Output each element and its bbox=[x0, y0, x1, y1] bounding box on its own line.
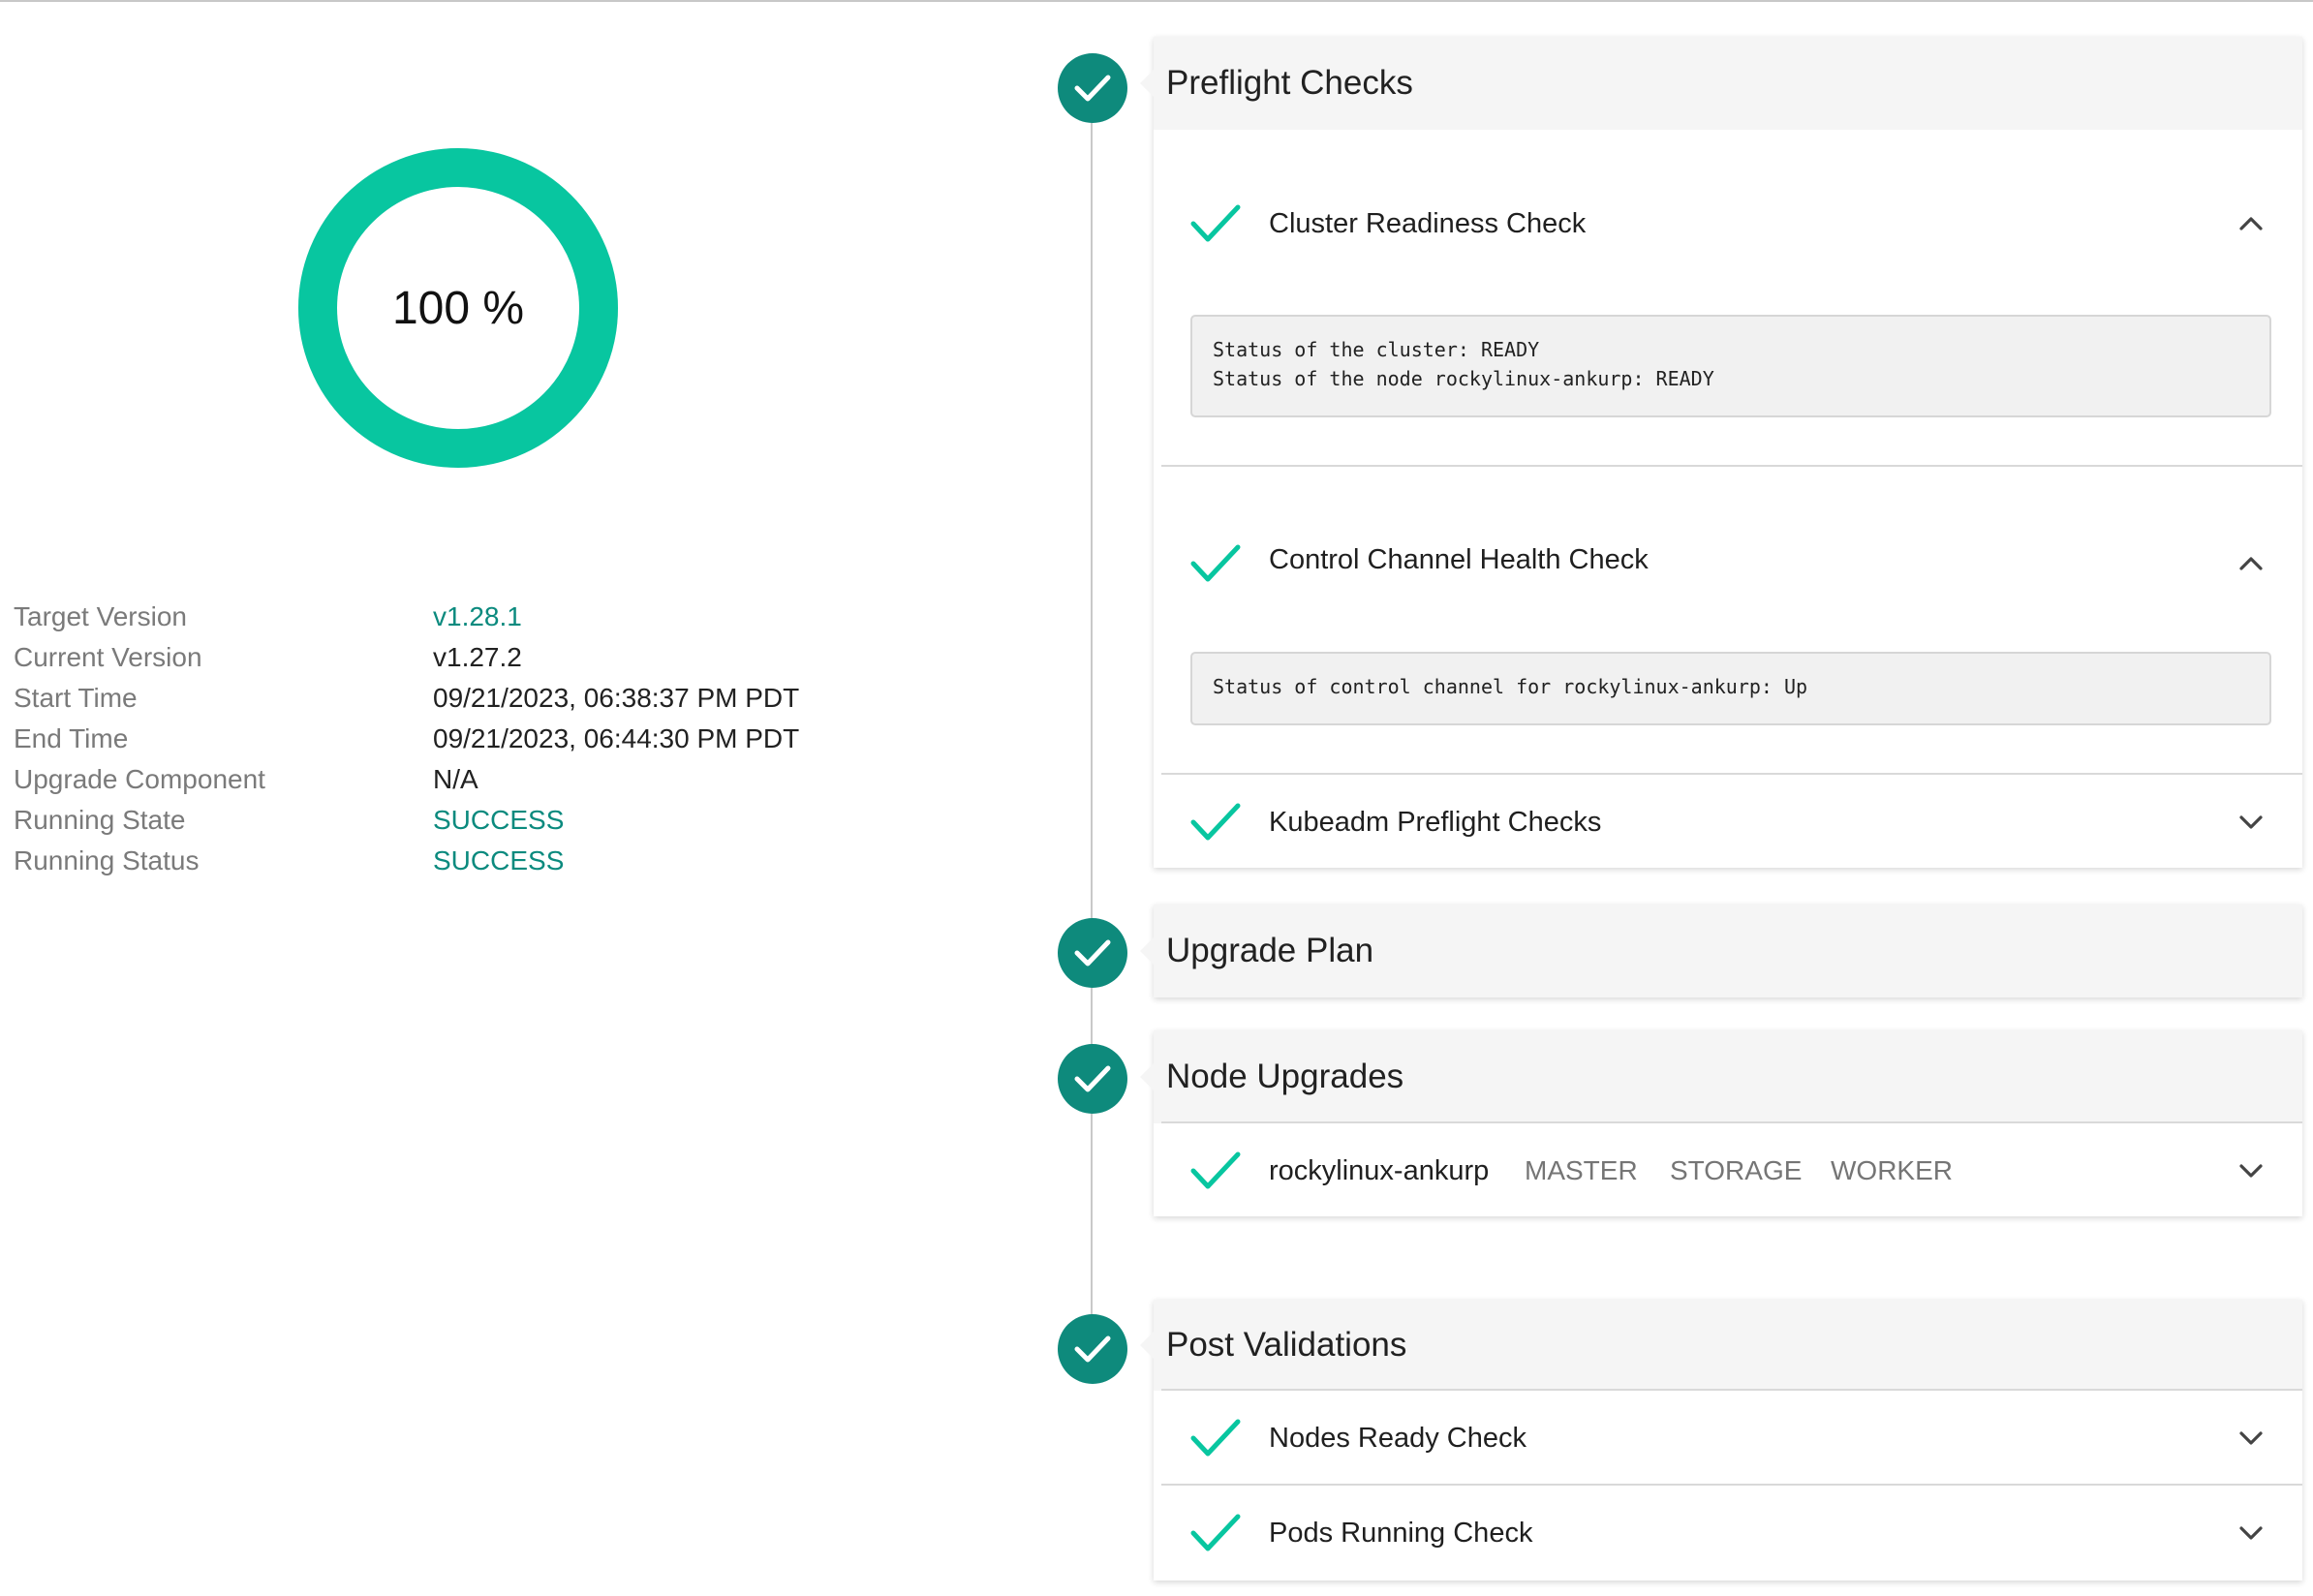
preflight-checks-card: Preflight Checks bbox=[1140, 37, 2302, 868]
detail-label: End Time bbox=[14, 723, 129, 753]
step-title: Upgrade Plan bbox=[1166, 932, 1374, 969]
check-label: Control Channel Health Check bbox=[1269, 544, 1649, 575]
pods-running-check-item[interactable]: Pods Running Check bbox=[1161, 1484, 2302, 1581]
chevron-up-icon[interactable] bbox=[2237, 552, 2265, 575]
step-title: Post Validations bbox=[1166, 1326, 1407, 1364]
check-label: Pods Running Check bbox=[1269, 1517, 1533, 1549]
chevron-up-icon[interactable] bbox=[2237, 212, 2265, 235]
cluster-readiness-check-item[interactable]: Cluster Readiness Check bbox=[1161, 176, 2302, 271]
check-icon bbox=[1190, 204, 1241, 242]
control-channel-health-check-item[interactable]: Control Channel Health Check bbox=[1161, 465, 2302, 659]
detail-label: Target Version bbox=[14, 601, 187, 631]
cluster-readiness-log: Status of the cluster: READY Status of t… bbox=[1190, 315, 2271, 417]
check-circle-icon bbox=[1058, 53, 1127, 123]
check-icon bbox=[1190, 1514, 1241, 1551]
detail-label: Current Version bbox=[14, 642, 202, 672]
running-state-value: SUCCESS bbox=[433, 805, 565, 835]
top-divider bbox=[0, 0, 2313, 2]
detail-value: 09/21/2023, 06:38:37 PM PDT bbox=[433, 683, 800, 713]
step-title: Node Upgrades bbox=[1166, 1058, 1404, 1095]
preflight-checks-header[interactable]: Preflight Checks bbox=[1140, 37, 2302, 130]
chevron-down-icon[interactable] bbox=[2237, 1427, 2265, 1450]
detail-label: Start Time bbox=[14, 683, 138, 713]
check-icon bbox=[1190, 803, 1241, 841]
detail-value: N/A bbox=[433, 764, 478, 794]
progress-percentage: 100 % bbox=[391, 282, 525, 334]
node-item-rockylinux-ankurp[interactable]: rockylinux-ankurp MASTER STORAGE WORKER bbox=[1161, 1121, 2302, 1218]
post-validations-header[interactable]: Post Validations bbox=[1140, 1300, 2302, 1391]
chevron-down-icon[interactable] bbox=[2237, 1159, 2265, 1182]
running-status-value: SUCCESS bbox=[433, 845, 565, 875]
node-role-tag: MASTER bbox=[1525, 1155, 1638, 1185]
check-label: Cluster Readiness Check bbox=[1269, 207, 1587, 239]
check-label: Kubeadm Preflight Checks bbox=[1269, 806, 1602, 838]
detail-value: v1.27.2 bbox=[433, 642, 522, 672]
detail-label: Running Status bbox=[14, 845, 200, 875]
step-title: Preflight Checks bbox=[1166, 64, 1413, 102]
check-circle-icon bbox=[1058, 1314, 1127, 1384]
node-role-tag: STORAGE bbox=[1670, 1155, 1803, 1185]
upgrade-plan-card[interactable]: Upgrade Plan bbox=[1140, 905, 2302, 998]
check-icon bbox=[1190, 1151, 1241, 1189]
chevron-down-icon[interactable] bbox=[2237, 1521, 2265, 1545]
detail-value: 09/21/2023, 06:44:30 PM PDT bbox=[433, 723, 800, 753]
check-circle-icon bbox=[1058, 918, 1127, 988]
control-channel-log: Status of control channel for rockylinux… bbox=[1190, 652, 2271, 725]
target-version-link[interactable]: v1.28.1 bbox=[433, 597, 522, 637]
node-upgrades-header[interactable]: Node Upgrades bbox=[1140, 1030, 2302, 1123]
check-icon bbox=[1190, 544, 1241, 582]
detail-label: Running State bbox=[14, 805, 186, 835]
node-role-tag: WORKER bbox=[1831, 1155, 1953, 1185]
timeline-connector bbox=[1091, 89, 1093, 1348]
check-circle-icon bbox=[1058, 1044, 1127, 1114]
node-name: rockylinux-ankurp bbox=[1269, 1154, 1490, 1186]
chevron-down-icon[interactable] bbox=[2237, 811, 2265, 834]
nodes-ready-check-item[interactable]: Nodes Ready Check bbox=[1161, 1389, 2302, 1486]
progress-ring: 100 % bbox=[298, 148, 618, 468]
detail-label: Upgrade Component bbox=[14, 764, 265, 794]
check-label: Nodes Ready Check bbox=[1269, 1422, 1527, 1454]
check-icon bbox=[1190, 1419, 1241, 1457]
kubeadm-preflight-checks-item[interactable]: Kubeadm Preflight Checks bbox=[1161, 773, 2302, 870]
upgrade-plan-header[interactable]: Upgrade Plan bbox=[1140, 905, 2302, 998]
